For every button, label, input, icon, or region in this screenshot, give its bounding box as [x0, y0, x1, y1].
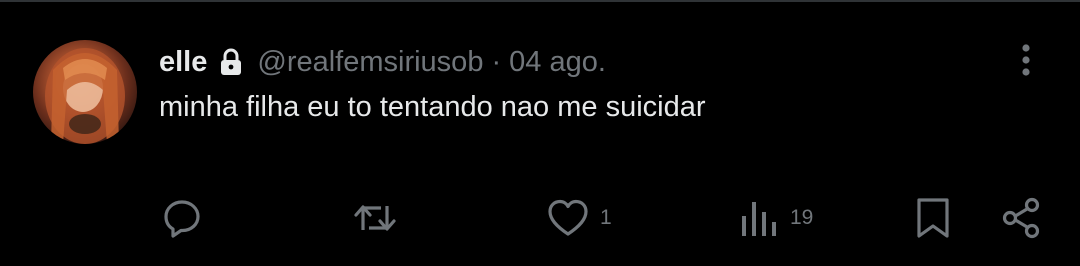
user-handle[interactable]: @realfemsiriusob: [257, 44, 483, 80]
retweet-button[interactable]: [353, 196, 397, 240]
retweet-icon: [354, 205, 396, 231]
like-count: 1: [600, 206, 612, 229]
bookmark-button[interactable]: [913, 196, 953, 240]
share-icon: [1002, 197, 1040, 239]
tweet-date[interactable]: 04 ago.: [509, 44, 606, 80]
views-button[interactable]: 19: [740, 196, 813, 240]
top-divider: [0, 0, 1080, 2]
display-name[interactable]: elle: [159, 44, 207, 80]
more-vertical-icon[interactable]: [1014, 42, 1038, 78]
separator-dot: ·: [491, 46, 502, 78]
reply-button[interactable]: [160, 196, 204, 240]
reply-icon: [164, 200, 200, 238]
tweet-header: elle @realfemsiriusob · 04 ago.: [159, 42, 606, 82]
avatar[interactable]: [33, 40, 137, 144]
like-button[interactable]: 1: [546, 196, 612, 240]
bookmark-icon: [917, 198, 949, 238]
action-bar: 1 19: [0, 190, 1080, 246]
tweet-text: minha filha eu to tentando nao me suicid…: [159, 91, 706, 123]
heart-icon: [548, 199, 588, 236]
views-count: 19: [790, 206, 814, 229]
views-icon: [742, 202, 776, 236]
share-button[interactable]: [1000, 196, 1044, 240]
avatar-image: [45, 48, 125, 144]
lock-icon: [219, 48, 243, 76]
